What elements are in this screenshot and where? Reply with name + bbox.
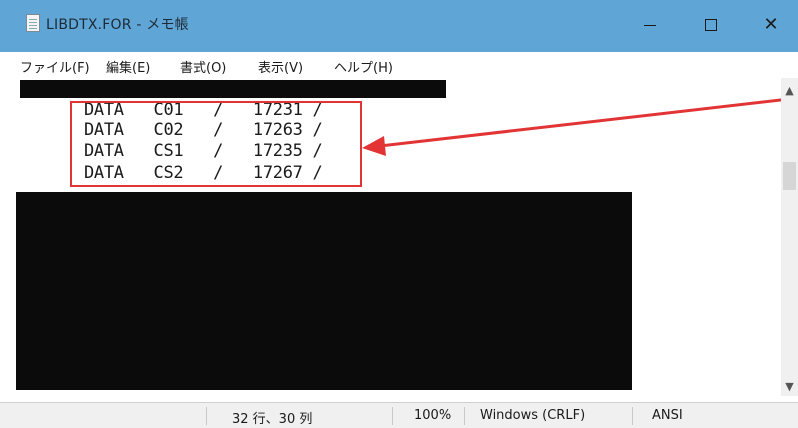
maximize-icon (705, 19, 717, 31)
redaction-block (16, 192, 632, 390)
notepad-icon (26, 14, 40, 32)
menu-help[interactable]: ヘルプ(H) (334, 57, 393, 76)
close-button[interactable]: ✕ (748, 10, 794, 40)
maximize-button[interactable] (688, 10, 734, 40)
encoding: ANSI (652, 408, 683, 423)
line-ending: Windows (CRLF) (480, 408, 586, 423)
vertical-scrollbar[interactable]: ▲ ▼ (781, 78, 798, 396)
annotation-arrow (362, 96, 798, 156)
scroll-down-icon[interactable]: ▼ (781, 378, 798, 395)
close-icon: ✕ (763, 14, 779, 35)
scroll-thumb[interactable] (783, 162, 796, 190)
title-bar: LIBDTX.FOR - メモ帳 ✕ (0, 0, 798, 52)
menu-view[interactable]: 表示(V) (258, 57, 303, 76)
menu-edit[interactable]: 編集(E) (106, 57, 150, 76)
menu-file[interactable]: ファイル(F) (20, 57, 90, 76)
menu-bar: ファイル(F) 編集(E) 書式(O) 表示(V) ヘルプ(H) (0, 52, 798, 78)
cursor-position: 32 行、30 列 (232, 412, 313, 427)
status-bar: 32 行、30 列 100% Windows (CRLF) ANSI (0, 402, 798, 428)
minimize-icon (644, 24, 656, 26)
scroll-up-icon[interactable]: ▲ (781, 82, 798, 99)
minimize-button[interactable] (627, 10, 673, 40)
menu-format[interactable]: 書式(O) (180, 57, 226, 76)
zoom-level: 100% (414, 408, 452, 423)
highlight-box (70, 101, 362, 187)
status-divider (392, 407, 393, 425)
status-divider (464, 407, 465, 425)
window-title: LIBDTX.FOR - メモ帳 (46, 17, 189, 33)
status-divider (206, 407, 207, 425)
status-divider (632, 407, 633, 425)
